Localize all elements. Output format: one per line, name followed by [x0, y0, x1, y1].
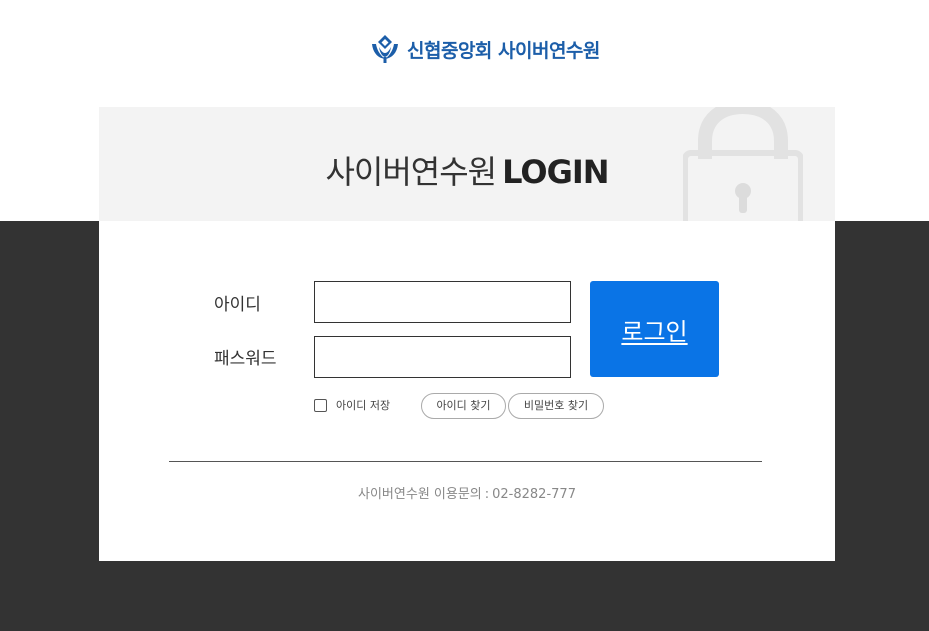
contact-separator: :	[484, 487, 490, 502]
save-id-checkbox[interactable]	[314, 398, 327, 412]
contact-phone: 02-8282-777	[492, 487, 576, 502]
site-logo[interactable]: 신협중앙회 사이버연수원	[369, 32, 600, 66]
title-login: LOGIN	[502, 153, 609, 191]
login-button[interactable]: 로그인	[590, 281, 719, 377]
save-id-option[interactable]: 아이디 저장	[314, 397, 390, 413]
password-input[interactable]	[314, 336, 571, 378]
contact-info: 사이버연수원 이용문의:02-8282-777	[99, 483, 835, 502]
contact-label: 사이버연수원 이용문의	[358, 487, 482, 502]
login-card: 사이버연수원 LOGIN 아이디 패스워드 로그인 아이디 저장 아이디 찾기 비…	[99, 107, 835, 561]
login-card-header: 사이버연수원 LOGIN	[99, 107, 835, 221]
save-id-label: 아이디 저장	[336, 399, 391, 412]
logo-text: 신협중앙회 사이버연수원	[407, 39, 600, 62]
id-input[interactable]	[314, 281, 571, 323]
id-label: 아이디	[214, 295, 261, 315]
find-id-button[interactable]: 아이디 찾기	[421, 393, 506, 419]
password-label: 패스워드	[214, 349, 277, 369]
title-korean: 사이버연수원	[325, 153, 497, 191]
shinhyup-emblem-icon	[372, 35, 398, 63]
page-title: 사이버연수원 LOGIN	[99, 147, 835, 193]
find-password-button[interactable]: 비밀번호 찾기	[508, 393, 604, 419]
divider	[169, 461, 762, 462]
